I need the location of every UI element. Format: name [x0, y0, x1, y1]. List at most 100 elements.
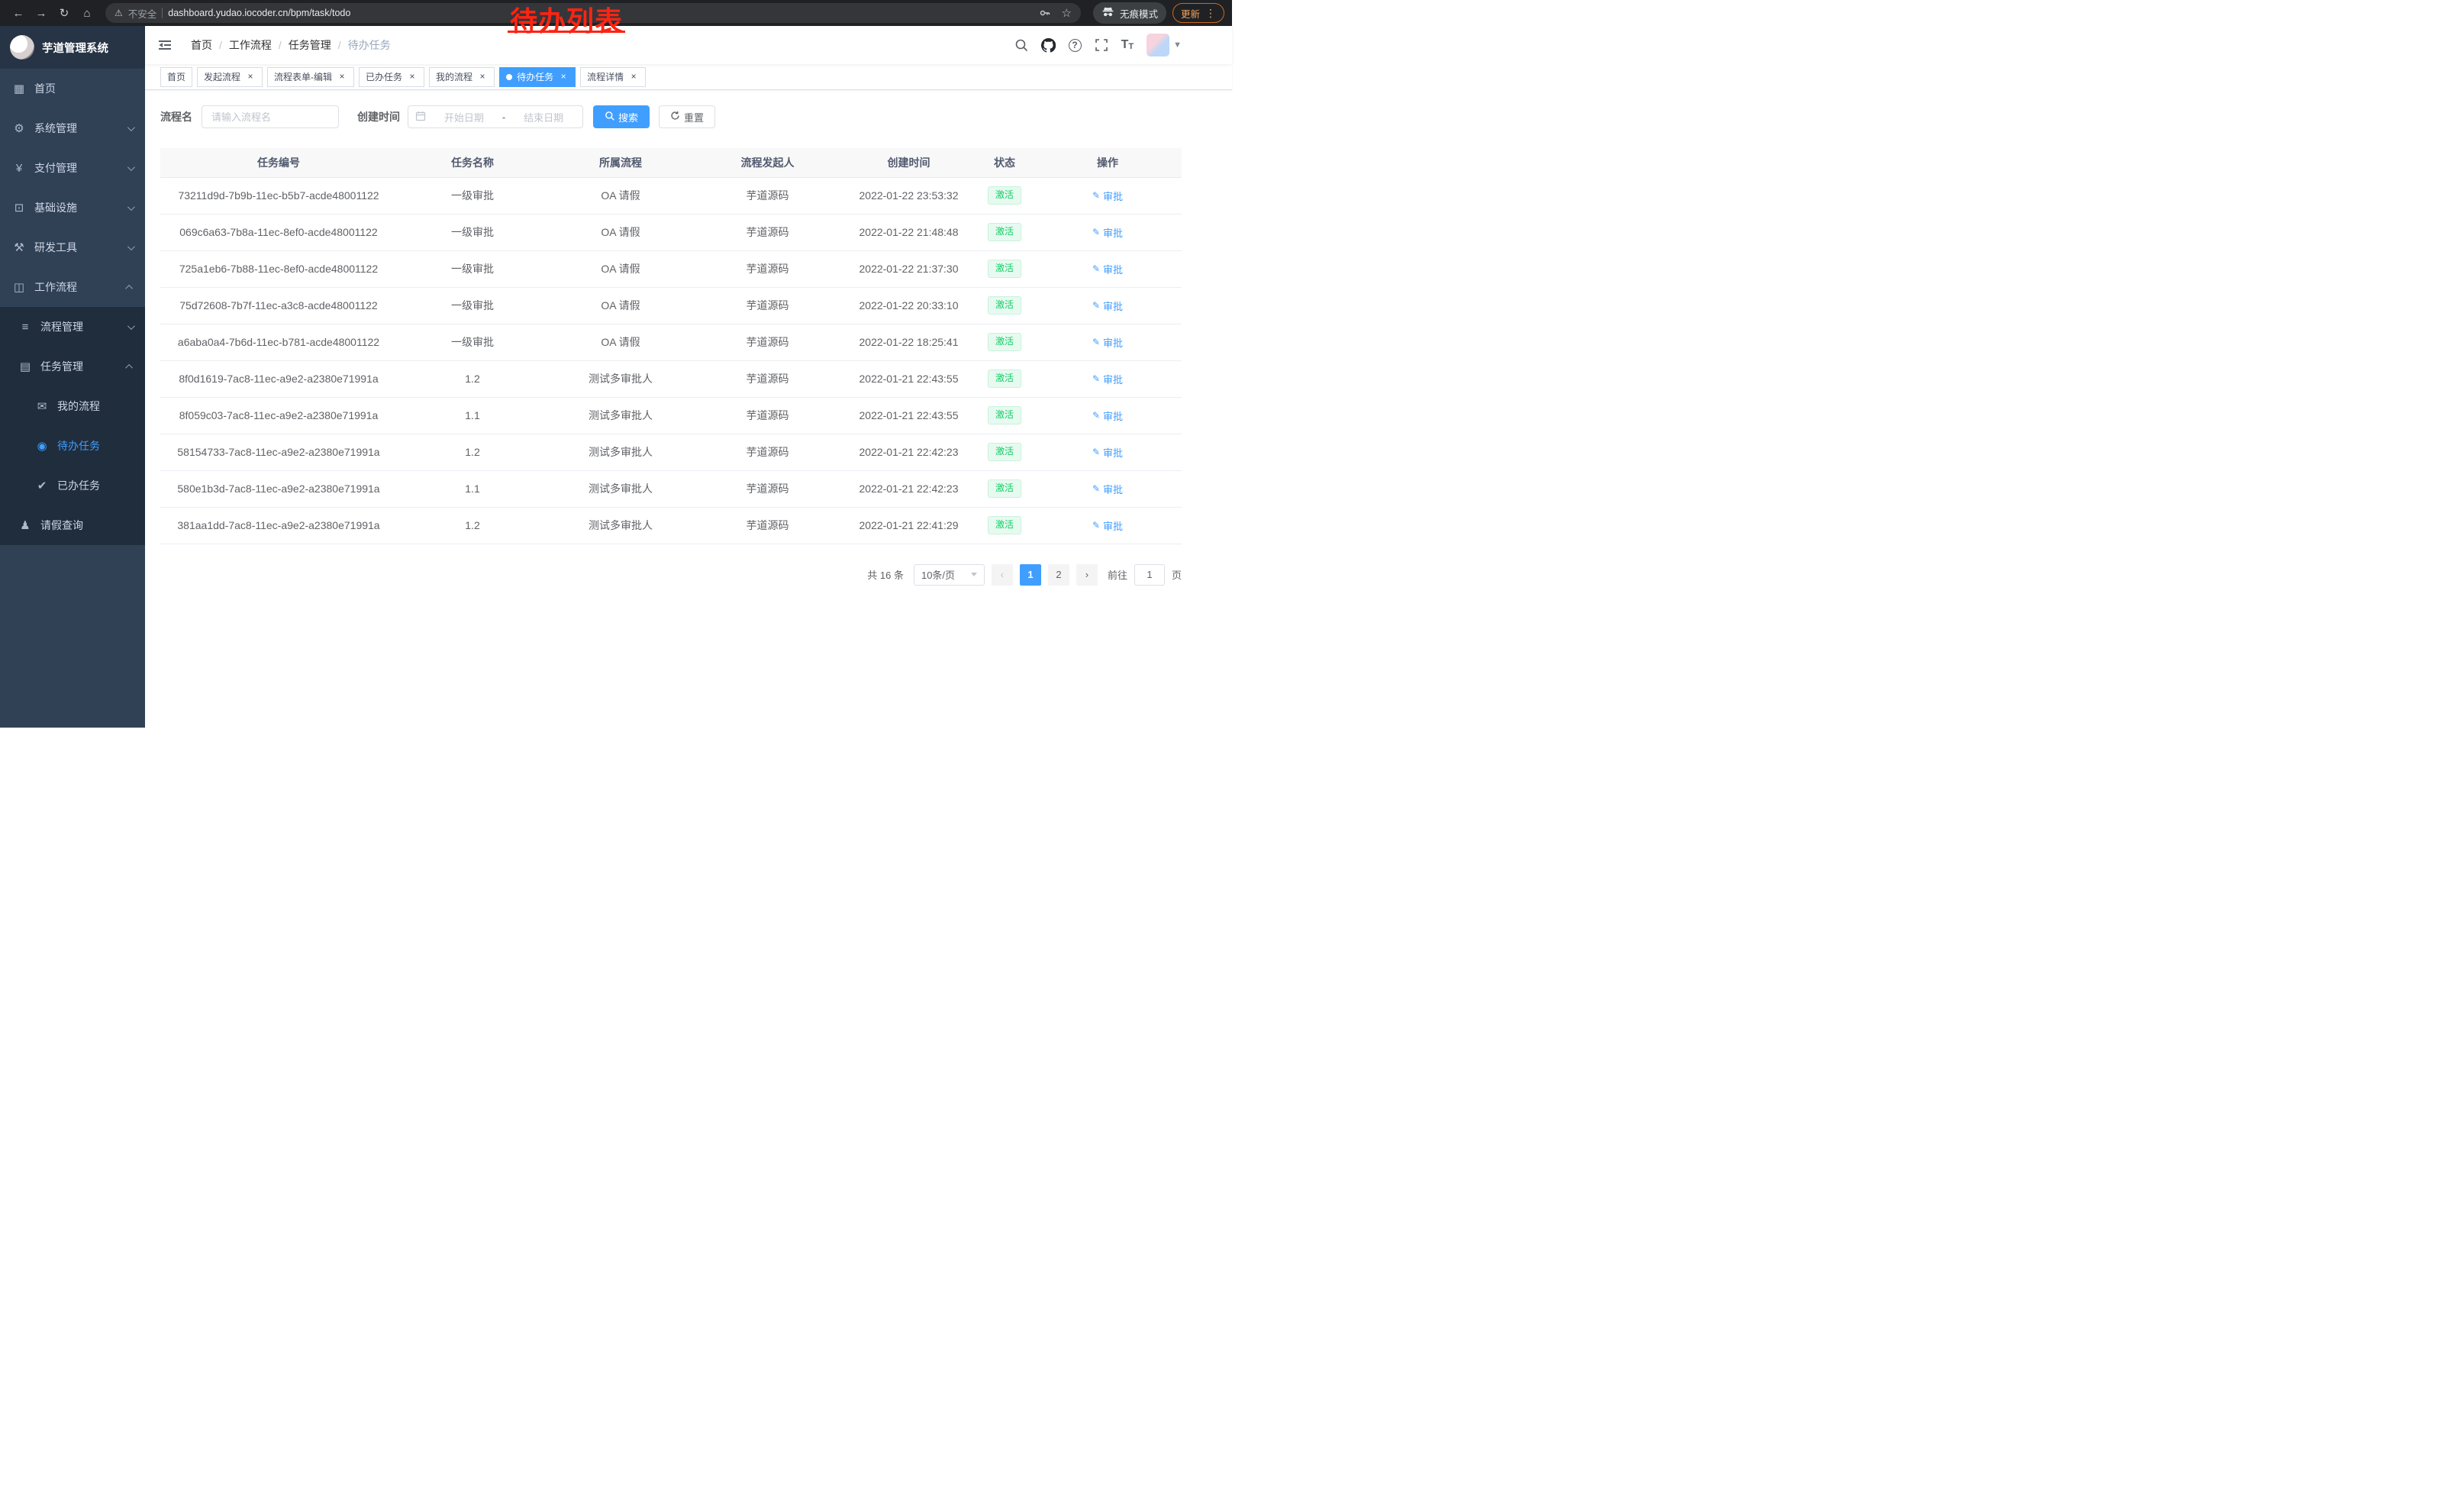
page-size-select[interactable]: 10条/页 — [914, 564, 985, 586]
approve-link[interactable]: ✎审批 — [1092, 482, 1123, 496]
tab-close-icon[interactable]: × — [337, 72, 347, 82]
chevron-icon — [125, 284, 133, 292]
cell-time: 2022-01-21 22:42:23 — [842, 470, 976, 507]
end-date-placeholder[interactable]: 结束日期 — [511, 110, 576, 124]
tab-process-detail[interactable]: 流程详情× — [580, 67, 646, 87]
breadcrumb-separator: / — [279, 39, 282, 51]
sidebar-item-devtools[interactable]: ⚒ 研发工具 — [0, 228, 145, 267]
approve-link[interactable]: ✎审批 — [1092, 518, 1123, 533]
user-menu[interactable]: ▼ — [1147, 34, 1182, 56]
home-icon[interactable]: ⌂ — [76, 2, 98, 24]
tab-my-process[interactable]: 我的流程× — [429, 67, 495, 87]
key-icon[interactable] — [1039, 7, 1051, 19]
sidebar-item-system[interactable]: ⚙ 系统管理 — [0, 108, 145, 148]
approve-link[interactable]: ✎审批 — [1092, 335, 1123, 350]
sidebar-item-workflow[interactable]: ◫ 工作流程 — [0, 267, 145, 307]
refresh-icon[interactable]: ↻ — [53, 2, 75, 24]
approve-link[interactable]: ✎审批 — [1092, 225, 1123, 240]
pager-pages: 12 — [1020, 564, 1069, 586]
sidebar-item-payment[interactable]: ¥ 支付管理 — [0, 148, 145, 188]
tab-close-icon[interactable]: × — [628, 72, 639, 82]
tab-label: 流程表单-编辑 — [274, 70, 332, 83]
status-badge: 激活 — [988, 333, 1021, 351]
approve-link[interactable]: ✎审批 — [1092, 299, 1123, 313]
approve-link[interactable]: ✎审批 — [1092, 189, 1123, 203]
search-icon[interactable] — [1014, 38, 1028, 52]
sidebar-item-my-process[interactable]: ✉ 我的流程 — [0, 386, 145, 426]
help-icon[interactable]: ? — [1069, 39, 1082, 52]
date-range-picker[interactable]: 开始日期 - 结束日期 — [408, 105, 583, 128]
update-button[interactable]: 更新 ⋮ — [1172, 3, 1224, 23]
tab-close-icon[interactable]: × — [407, 72, 418, 82]
task-table-head-row: 任务编号任务名称所属流程流程发起人创建时间状态操作 — [160, 148, 1182, 177]
bookmark-star-icon[interactable]: ☆ — [1062, 6, 1072, 20]
tags-bar: 首页发起流程×流程表单-编辑×已办任务×我的流程×待办任务×流程详情× — [145, 64, 1232, 90]
sidebar-item-home[interactable]: ▦ 首页 — [0, 69, 145, 108]
tab-close-icon[interactable]: × — [245, 72, 256, 82]
cell-time: 2022-01-22 20:33:10 — [842, 287, 976, 324]
cell-action: ✎审批 — [1034, 177, 1182, 214]
cell-time: 2022-01-21 22:43:55 — [842, 397, 976, 434]
github-icon[interactable] — [1041, 38, 1056, 53]
cell-status: 激活 — [976, 324, 1034, 360]
hamburger-icon[interactable] — [157, 37, 173, 53]
fullscreen-icon[interactable] — [1095, 38, 1108, 52]
page-button-2[interactable]: 2 — [1048, 564, 1069, 586]
cell-status: 激活 — [976, 434, 1034, 470]
search-button[interactable]: 搜索 — [593, 105, 650, 128]
table-row: 580e1b3d-7ac8-11ec-a9e2-a2380e71991a1.1测… — [160, 470, 1182, 507]
approve-link[interactable]: ✎审批 — [1092, 445, 1123, 460]
goto-page-input[interactable] — [1134, 564, 1165, 586]
breadcrumb-item[interactable]: 工作流程 — [229, 37, 272, 53]
forward-arrow-icon[interactable]: → — [31, 2, 52, 24]
cell-process: OA 请假 — [548, 250, 693, 287]
sidebar-item-todo-task[interactable]: ◉ 待办任务 — [0, 426, 145, 466]
breadcrumb-item[interactable]: 任务管理 — [289, 37, 331, 53]
tab-close-icon[interactable]: × — [558, 72, 569, 82]
avatar[interactable] — [1147, 34, 1169, 56]
back-arrow-icon[interactable]: ← — [8, 2, 29, 24]
next-page-button[interactable]: › — [1076, 564, 1098, 586]
tab-todo-task[interactable]: 待办任务× — [499, 67, 576, 87]
cell-name: 一级审批 — [397, 177, 548, 214]
url-text[interactable]: dashboard.yudao.iocoder.cn/bpm/task/todo — [168, 8, 350, 18]
sidebar-item-done-task[interactable]: ✔ 已办任务 — [0, 466, 145, 505]
start-date-placeholder[interactable]: 开始日期 — [432, 110, 496, 124]
tab-home[interactable]: 首页 — [160, 67, 192, 87]
tab-form-edit[interactable]: 流程表单-编辑 × — [267, 67, 354, 87]
browser-menu-icon[interactable]: ⋮ — [1205, 7, 1216, 20]
approve-link[interactable]: ✎审批 — [1092, 262, 1123, 276]
monitor-icon: ⊡ — [12, 201, 26, 215]
cell-process: OA 请假 — [548, 287, 693, 324]
font-size-icon[interactable]: TT — [1121, 39, 1134, 51]
cell-status: 激活 — [976, 250, 1034, 287]
annotation-text: 待办列表 — [510, 6, 623, 37]
security-label[interactable]: 不安全 — [128, 6, 157, 21]
sidebar-item-task-mgmt[interactable]: ▤ 任务管理 — [0, 347, 145, 386]
app-logo[interactable]: 芋道管理系统 — [0, 26, 145, 69]
tab-start-process[interactable]: 发起流程× — [197, 67, 263, 87]
cell-action: ✎审批 — [1034, 360, 1182, 397]
cell-name: 1.2 — [397, 434, 548, 470]
cell-name: 一级审批 — [397, 214, 548, 250]
page-button-1[interactable]: 1 — [1020, 564, 1041, 586]
cell-status: 激活 — [976, 214, 1034, 250]
cell-action: ✎审批 — [1034, 324, 1182, 360]
process-name-input[interactable] — [202, 105, 339, 128]
breadcrumb-item[interactable]: 首页 — [191, 37, 212, 53]
sidebar-item-infra[interactable]: ⊡ 基础设施 — [0, 188, 145, 228]
approve-link[interactable]: ✎审批 — [1092, 372, 1123, 386]
breadcrumb-separator: / — [338, 39, 341, 51]
reset-button[interactable]: 重置 — [659, 105, 715, 128]
table-row: 069c6a63-7b8a-11ec-8ef0-acde48001122一级审批… — [160, 214, 1182, 250]
cell-time: 2022-01-22 18:25:41 — [842, 324, 976, 360]
cell-process: 测试多审批人 — [548, 507, 693, 544]
tab-label: 已办任务 — [366, 70, 402, 83]
tab-close-icon[interactable]: × — [477, 72, 488, 82]
prev-page-button[interactable]: ‹ — [992, 564, 1013, 586]
sidebar-item-leave-query[interactable]: ♟ 请假查询 — [0, 505, 145, 545]
approve-link[interactable]: ✎审批 — [1092, 408, 1123, 423]
chevron-icon — [127, 124, 135, 131]
sidebar-item-process-mgmt[interactable]: ≡ 流程管理 — [0, 307, 145, 347]
tab-done-task[interactable]: 已办任务 × — [359, 67, 424, 87]
